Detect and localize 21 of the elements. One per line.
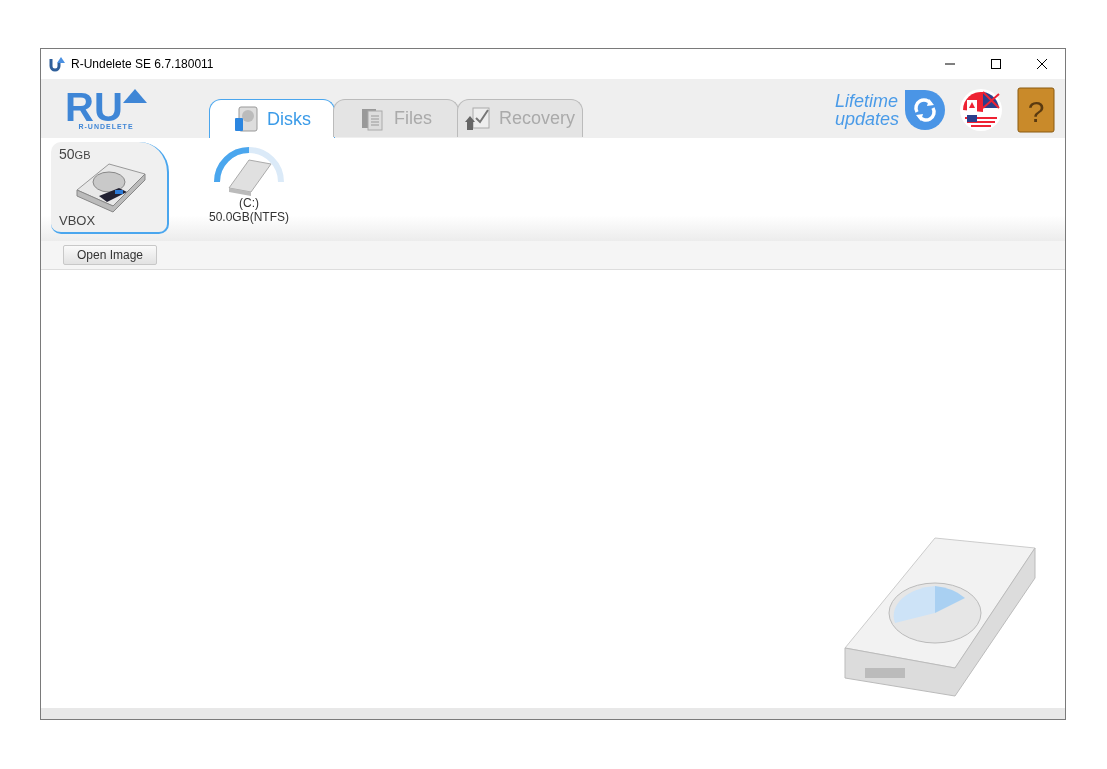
disk-name: VBOX xyxy=(59,213,97,228)
partition-label: (C:) xyxy=(239,196,259,210)
help-book-icon[interactable]: ? xyxy=(1017,87,1055,133)
refresh-icon[interactable] xyxy=(905,90,945,130)
disk-icon xyxy=(233,106,259,132)
flags-globe-icon[interactable] xyxy=(959,88,1003,132)
tab[interactable]: Recovery xyxy=(457,99,583,137)
window-title: R-Undelete SE 6.7.180011 xyxy=(71,57,214,71)
lifetime-updates-link[interactable]: Lifetime updates xyxy=(834,92,899,128)
disk-card[interactable]: 50GB VBOX xyxy=(51,142,169,234)
close-icon xyxy=(1036,58,1048,70)
drive-icon xyxy=(228,159,272,196)
tab[interactable]: Disks xyxy=(209,99,335,138)
maximize-icon xyxy=(990,58,1002,70)
partition-size: 50.0GB(NTFS) xyxy=(209,210,289,224)
disk-size: 50GB xyxy=(59,146,92,162)
app-icon xyxy=(49,56,65,72)
checkmark-icon xyxy=(465,105,491,132)
open-image-button[interactable]: Open Image xyxy=(63,245,158,265)
partition-item[interactable]: (C:) 50.0GB(NTFS) xyxy=(209,142,289,224)
tab[interactable]: Files xyxy=(333,99,459,137)
